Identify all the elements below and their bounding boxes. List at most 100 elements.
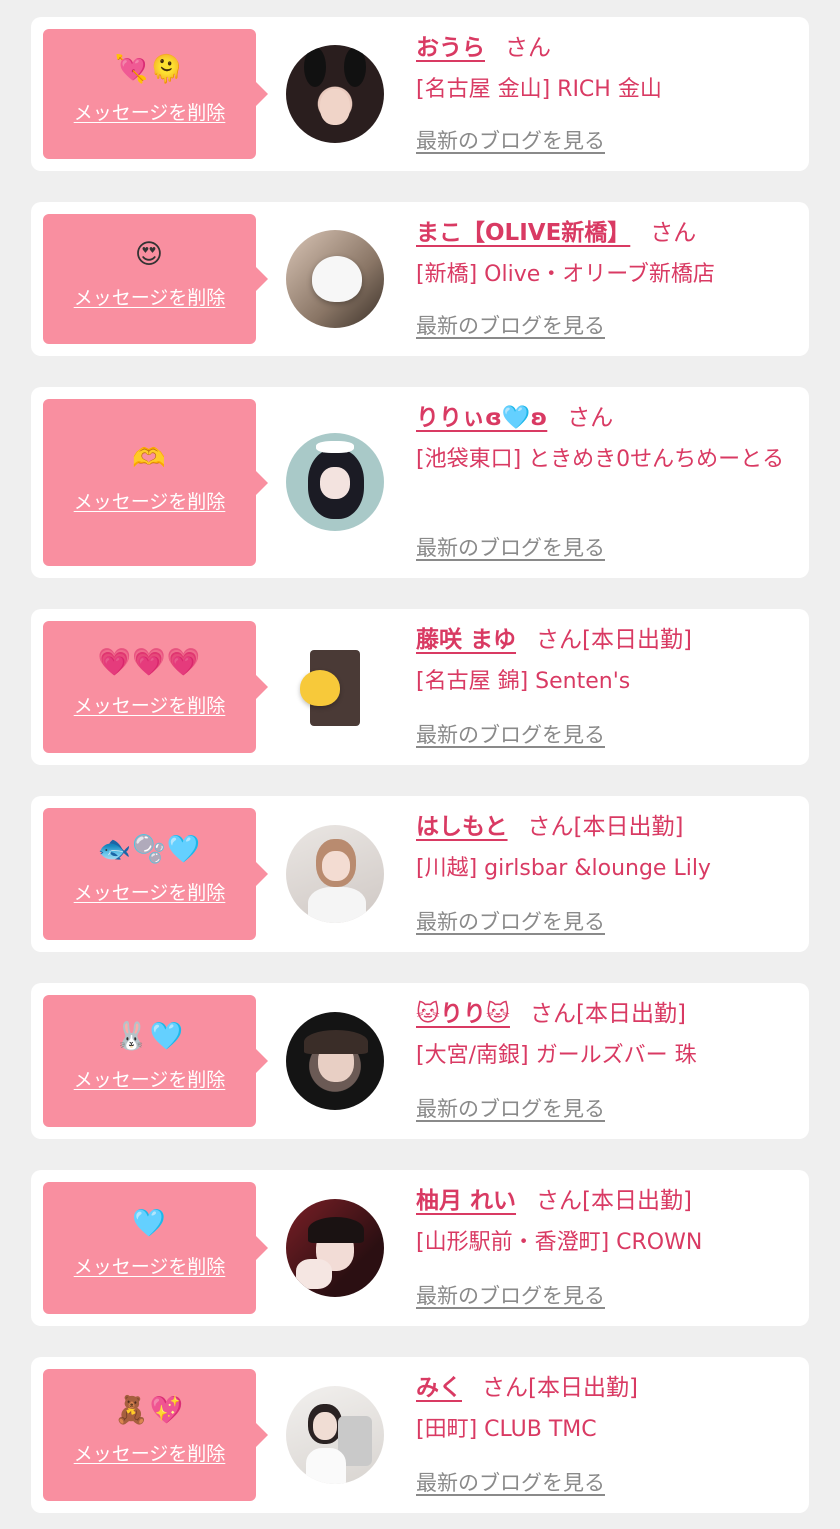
latest-blog-link[interactable]: 最新のブログを見る xyxy=(416,1093,605,1123)
latest-blog-link[interactable]: 最新のブログを見る xyxy=(416,719,605,749)
message-bubble: 💗💗💗 メッセージを削除 xyxy=(43,621,268,753)
today-badge: [本日出勤] xyxy=(575,1001,686,1027)
today-badge: [本日出勤] xyxy=(573,814,684,840)
cast-info: はしもと さん[本日出勤] [川越] girlsbar &lounge Lily xyxy=(416,810,789,886)
name-row: 🐱りり🐱 さん[本日出勤] xyxy=(416,997,789,1031)
honorific: さん xyxy=(527,814,574,840)
message-bubble: 🧸💖 メッセージを削除 xyxy=(43,1369,268,1501)
message-emoji: 🧸💖 xyxy=(114,1395,185,1426)
avatar-shape xyxy=(320,467,350,499)
message-card: 🩵 メッセージを削除 柚月 れい さん[本日出勤] [山形駅前・香澄町] CROW… xyxy=(31,1170,809,1326)
delete-message-link[interactable]: メッセージを削除 xyxy=(43,98,256,125)
name-row: 藤咲 まゆ さん[本日出勤] xyxy=(416,623,789,657)
maid-girl-glasses-photo-avatar[interactable] xyxy=(286,433,384,531)
avatar-shape xyxy=(316,441,354,453)
cast-name-link[interactable]: 藤咲 まゆ xyxy=(416,627,516,653)
cast-info: りりぃɞ🩵ʚ さん [池袋東口] ときめき0せんちめーとる xyxy=(416,401,789,477)
delete-message-link[interactable]: メッセージを削除 xyxy=(43,691,256,718)
message-card: 🐟🫧🩵 メッセージを削除 はしもと さん[本日出勤] [川越] girlsbar … xyxy=(31,796,809,952)
delete-message-link[interactable]: メッセージを削除 xyxy=(43,1252,256,1279)
cast-info: おうら さん [名古屋 金山] RICH 金山 xyxy=(416,31,789,107)
message-emoji: 🐟🫧🩵 xyxy=(97,834,202,865)
cast-name-link[interactable]: 🐱りり🐱 xyxy=(416,1001,510,1027)
message-bubble: 🫶 メッセージを削除 xyxy=(43,399,268,566)
message-bubble: 💘🫠 メッセージを削除 xyxy=(43,29,268,159)
shop-name: [田町] CLUB TMC xyxy=(416,1417,597,1442)
message-emoji: 🫶 xyxy=(132,442,167,474)
latest-blog-link[interactable]: 最新のブログを見る xyxy=(416,1280,605,1310)
message-emoji: 😍 xyxy=(134,239,165,270)
message-emoji: 💘🫠 xyxy=(114,54,185,85)
latest-blog-link[interactable]: 最新のブログを見る xyxy=(416,1467,605,1497)
message-card: 😍 メッセージを削除 まこ【OLIVE新橋】 さん [新橋] Olive・オリーブ… xyxy=(31,202,809,356)
avatar-shape xyxy=(322,851,350,881)
name-row: みく さん[本日出勤] xyxy=(416,1371,789,1405)
dark-doodle-girl-photo-avatar[interactable] xyxy=(286,1012,384,1110)
cast-name-link[interactable]: おうら xyxy=(416,35,485,61)
honorific: さん xyxy=(529,1001,576,1027)
name-row: おうら さん xyxy=(416,31,789,65)
white-heart-covered-face-photo-avatar[interactable] xyxy=(286,230,384,328)
peace-sign-girl-photo-avatar[interactable] xyxy=(286,825,384,923)
latest-blog-link[interactable]: 最新のブログを見る xyxy=(416,125,605,155)
honorific: さん xyxy=(536,1188,583,1214)
cast-name-link[interactable]: みく xyxy=(416,1375,462,1401)
today-badge: [本日出勤] xyxy=(582,1188,692,1214)
avatar-shape xyxy=(320,89,350,125)
cast-name-link[interactable]: まこ【OLIVE新橋】 xyxy=(416,220,630,246)
shop-name: [名古屋 金山] RICH 金山 xyxy=(416,77,662,102)
cast-name-link[interactable]: 柚月 れい xyxy=(416,1188,516,1214)
message-emoji: 🐰🩵 xyxy=(114,1021,185,1052)
avatar-shape xyxy=(308,887,366,923)
shop-name: [名古屋 錦] Senten's xyxy=(416,669,631,694)
latest-blog-link[interactable]: 最新のブログを見る xyxy=(416,532,605,562)
delete-message-link[interactable]: メッセージを削除 xyxy=(43,487,256,514)
avatar-shape xyxy=(306,1448,346,1484)
avatar-shape xyxy=(296,1259,332,1289)
cast-info: 🐱りり🐱 さん[本日出勤] [大宮/南銀] ガールズバー 珠 xyxy=(416,997,789,1073)
message-emoji: 🩵 xyxy=(132,1208,167,1239)
delete-message-link[interactable]: メッセージを削除 xyxy=(43,1439,256,1466)
shop-name: [大宮/南銀] ガールズバー 珠 xyxy=(416,1043,697,1068)
message-list: 💘🫠 メッセージを削除 おうら さん [名古屋 金山] RICH 金山 最新のブロ… xyxy=(0,0,840,1529)
name-row: りりぃɞ🩵ʚ さん xyxy=(416,401,789,435)
cast-info: みく さん[本日出勤] [田町] CLUB TMC xyxy=(416,1371,789,1447)
cast-info: 藤咲 まゆ さん[本日出勤] [名古屋 錦] Senten's xyxy=(416,623,789,699)
avatar-shape xyxy=(300,670,340,706)
cast-name-link[interactable]: はしもと xyxy=(416,814,508,840)
mirror-selfie-girl-photo-avatar[interactable] xyxy=(286,1386,384,1484)
message-card: 🐰🩵 メッセージを削除 🐱りり🐱 さん[本日出勤] [大宮/南銀] ガールズバー … xyxy=(31,983,809,1139)
message-bubble: 🩵 メッセージを削除 xyxy=(43,1182,268,1314)
bunny-ears-girl-photo-avatar[interactable] xyxy=(286,45,384,143)
avatar-shape xyxy=(304,1030,368,1054)
message-bubble: 🐟🫧🩵 メッセージを削除 xyxy=(43,808,268,940)
cast-name-link[interactable]: りりぃɞ🩵ʚ xyxy=(416,405,547,431)
latest-blog-link[interactable]: 最新のブログを見る xyxy=(416,310,605,340)
shop-name: [池袋東口] ときめき0せんちめーとる xyxy=(416,447,785,472)
avatar-shape xyxy=(304,47,326,87)
honorific: さん xyxy=(536,627,583,653)
honorific: さん xyxy=(567,405,614,431)
red-dark-girl-photo-avatar[interactable] xyxy=(286,1199,384,1297)
delete-message-link[interactable]: メッセージを削除 xyxy=(43,878,256,905)
avatar-shape xyxy=(313,1412,337,1440)
cast-info: まこ【OLIVE新橋】 さん [新橋] Olive・オリーブ新橋店 xyxy=(416,216,789,292)
honorific: さん xyxy=(650,220,697,246)
yellow-heart-covered-face-photo-avatar[interactable] xyxy=(286,638,384,736)
latest-blog-link[interactable]: 最新のブログを見る xyxy=(416,906,605,936)
message-bubble: 😍 メッセージを削除 xyxy=(43,214,268,344)
name-row: はしもと さん[本日出勤] xyxy=(416,810,789,844)
shop-name: [新橋] Olive・オリーブ新橋店 xyxy=(416,262,715,287)
shop-name: [川越] girlsbar &lounge Lily xyxy=(416,856,711,881)
delete-message-link[interactable]: メッセージを削除 xyxy=(43,283,256,310)
today-badge: [本日出勤] xyxy=(582,627,692,653)
honorific: さん xyxy=(505,35,551,61)
avatar-shape xyxy=(308,1217,364,1243)
honorific: さん xyxy=(482,1375,528,1401)
message-card: 💘🫠 メッセージを削除 おうら さん [名古屋 金山] RICH 金山 最新のブロ… xyxy=(31,17,809,171)
avatar-shape xyxy=(312,256,362,302)
shop-name: [山形駅前・香澄町] CROWN xyxy=(416,1230,703,1255)
message-card: 🧸💖 メッセージを削除 みく さん[本日出勤] [田町] CLUB TMC 最新の… xyxy=(31,1357,809,1513)
message-emoji: 💗💗💗 xyxy=(97,647,202,678)
delete-message-link[interactable]: メッセージを削除 xyxy=(43,1065,256,1092)
